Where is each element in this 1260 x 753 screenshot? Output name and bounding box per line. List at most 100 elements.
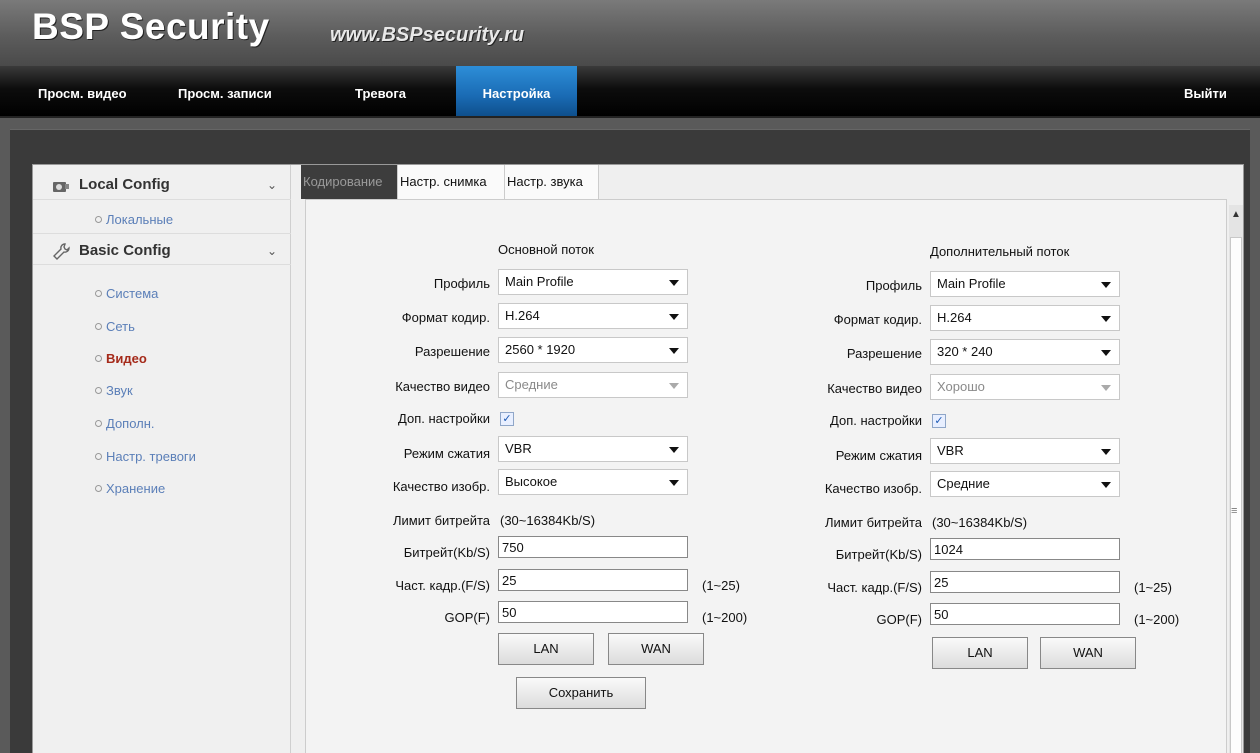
main-bitrate-input[interactable] bbox=[498, 536, 688, 558]
scroll-up-icon[interactable]: ▲ bbox=[1231, 209, 1241, 220]
main-advanced-checkbox[interactable]: ✓ bbox=[500, 412, 514, 426]
sidebar-item-label: Хранение bbox=[106, 481, 166, 496]
sub-profile-label: Профиль bbox=[865, 278, 922, 293]
sub-gop-range: (1~200) bbox=[1134, 612, 1180, 627]
sub-gop-label: GOP(F) bbox=[876, 612, 923, 627]
nav-alarm[interactable]: Тревога bbox=[355, 66, 406, 116]
main-gop-input[interactable] bbox=[498, 601, 688, 623]
main-quality-select[interactable]: Средние bbox=[498, 372, 688, 398]
camera-icon bbox=[53, 182, 69, 192]
tab-encoding[interactable]: Кодирование bbox=[301, 165, 398, 199]
sub-img-quality-select[interactable]: Средние bbox=[930, 471, 1120, 497]
nav-playback[interactable]: Просм. записи bbox=[178, 66, 272, 116]
header: BSP Security www.BSPsecurity.ru bbox=[0, 0, 1260, 66]
group-title: Local Config bbox=[79, 176, 170, 193]
main-bitrate-limit-value: (30~16384Kb/S) bbox=[500, 513, 596, 528]
bullet-icon bbox=[95, 290, 102, 297]
sidebar-item-storage[interactable]: Хранение bbox=[95, 481, 165, 496]
select-value: 2560 * 1920 bbox=[505, 342, 576, 357]
sub-gop-input[interactable] bbox=[930, 603, 1120, 625]
main-advanced-label: Доп. настройки bbox=[398, 411, 490, 426]
group-basic-config[interactable]: Basic Config ⌄ bbox=[33, 233, 291, 265]
main-codec-select[interactable]: H.264 bbox=[498, 303, 688, 329]
sub-codec-label: Формат кодир. bbox=[833, 312, 922, 327]
group-local-config[interactable]: Local Config ⌄ bbox=[33, 168, 291, 200]
sidebar-item-network[interactable]: Сеть bbox=[95, 319, 135, 334]
bullet-icon bbox=[95, 355, 102, 362]
sub-fps-input[interactable] bbox=[930, 571, 1120, 593]
dropdown-arrow-icon bbox=[669, 383, 679, 389]
sidebar-item-audio[interactable]: Звук bbox=[95, 383, 133, 398]
config-container: Local Config ⌄ Локальные Basic Config ⌄ … bbox=[32, 164, 1244, 753]
sub-bitrate-limit-value: (30~16384Kb/S) bbox=[932, 515, 1028, 530]
sub-mode-select[interactable]: VBR bbox=[930, 438, 1120, 464]
bullet-icon bbox=[95, 323, 102, 330]
sidebar-item-label: Система bbox=[106, 286, 159, 301]
bullet-icon bbox=[95, 420, 102, 427]
sidebar-item-system[interactable]: Система bbox=[95, 286, 158, 301]
dropdown-arrow-icon bbox=[1101, 385, 1111, 391]
dropdown-arrow-icon bbox=[669, 447, 679, 453]
select-value: H.264 bbox=[505, 308, 540, 323]
sub-resolution-select[interactable]: 320 * 240 bbox=[930, 339, 1120, 365]
bullet-icon bbox=[95, 216, 102, 223]
scroll-thumb[interactable] bbox=[1230, 237, 1242, 753]
nav-logout[interactable]: Выйти bbox=[1184, 66, 1227, 116]
sidebar-item-local[interactable]: Локальные bbox=[95, 212, 173, 227]
main-lan-button[interactable]: LAN bbox=[498, 633, 594, 665]
bullet-icon bbox=[95, 387, 102, 394]
chevron-down-icon: ⌄ bbox=[267, 178, 278, 192]
dropdown-arrow-icon bbox=[1101, 282, 1111, 288]
main-stream-title: Основной поток bbox=[498, 242, 594, 257]
sub-stream-title: Дополнительный поток bbox=[930, 244, 1070, 259]
tab-snapshot[interactable]: Настр. снимка bbox=[398, 165, 505, 199]
main-wan-button[interactable]: WAN bbox=[608, 633, 704, 665]
sub-codec-select[interactable]: H.264 bbox=[930, 305, 1120, 331]
main-bitrate-limit-label: Лимит битрейта bbox=[393, 513, 490, 528]
group-title: Basic Config bbox=[79, 242, 171, 259]
sidebar-item-label: Сеть bbox=[106, 319, 135, 334]
sidebar-item-label: Дополн. bbox=[106, 416, 155, 431]
vertical-scrollbar[interactable]: ▲ ≡ bbox=[1229, 205, 1243, 753]
main-fps-input[interactable] bbox=[498, 569, 688, 591]
nav-setup[interactable]: Настройка bbox=[456, 66, 577, 116]
sidebar-item-video[interactable]: Видео bbox=[95, 351, 147, 366]
brand-logo: BSP Security bbox=[32, 6, 270, 47]
dropdown-arrow-icon bbox=[1101, 449, 1111, 455]
main-img-quality-select[interactable]: Высокое bbox=[498, 469, 688, 495]
main-profile-select[interactable]: Main Profile bbox=[498, 269, 688, 295]
sub-advanced-checkbox[interactable]: ✓ bbox=[932, 414, 946, 428]
sidebar-item-alarm-settings[interactable]: Настр. тревоги bbox=[95, 449, 196, 464]
tab-audio[interactable]: Настр. звука bbox=[505, 165, 599, 199]
dropdown-arrow-icon bbox=[669, 348, 679, 354]
sidebar-item-label: Звук bbox=[106, 383, 133, 398]
select-value: 320 * 240 bbox=[937, 344, 993, 359]
main-quality-label: Качество видео bbox=[395, 379, 490, 394]
dropdown-arrow-icon bbox=[1101, 316, 1111, 322]
sub-quality-select[interactable]: Хорошо bbox=[930, 374, 1120, 400]
main-fps-range: (1~25) bbox=[702, 578, 740, 593]
main-resolution-select[interactable]: 2560 * 1920 bbox=[498, 337, 688, 363]
select-value: Средние bbox=[937, 476, 990, 491]
sidebar: Local Config ⌄ Локальные Basic Config ⌄ … bbox=[33, 165, 291, 753]
save-button[interactable]: Сохранить bbox=[516, 677, 646, 709]
sub-resolution-label: Разрешение bbox=[846, 346, 922, 361]
select-value: Main Profile bbox=[505, 274, 574, 289]
select-value: Main Profile bbox=[937, 276, 1006, 291]
select-value: Высокое bbox=[505, 474, 558, 489]
nav-live-view[interactable]: Просм. видео bbox=[38, 66, 127, 116]
sub-profile-select[interactable]: Main Profile bbox=[930, 271, 1120, 297]
sub-bitrate-label: Битрейт(Kb/S) bbox=[835, 547, 922, 562]
sub-lan-button[interactable]: LAN bbox=[932, 637, 1028, 669]
sub-bitrate-input[interactable] bbox=[930, 538, 1120, 560]
sub-fps-label: Част. кадр.(F/S) bbox=[827, 580, 922, 595]
sub-wan-button[interactable]: WAN bbox=[1040, 637, 1136, 669]
sub-bitrate-limit-label: Лимит битрейта bbox=[825, 515, 922, 530]
main-mode-select[interactable]: VBR bbox=[498, 436, 688, 462]
main-img-quality-label: Качество изобр. bbox=[392, 479, 490, 494]
main-mode-label: Режим сжатия bbox=[403, 446, 490, 461]
sub-mode-label: Режим сжатия bbox=[835, 448, 922, 463]
bullet-icon bbox=[95, 453, 102, 460]
sidebar-item-advanced[interactable]: Дополн. bbox=[95, 416, 155, 431]
sidebar-item-label: Видео bbox=[106, 351, 147, 366]
